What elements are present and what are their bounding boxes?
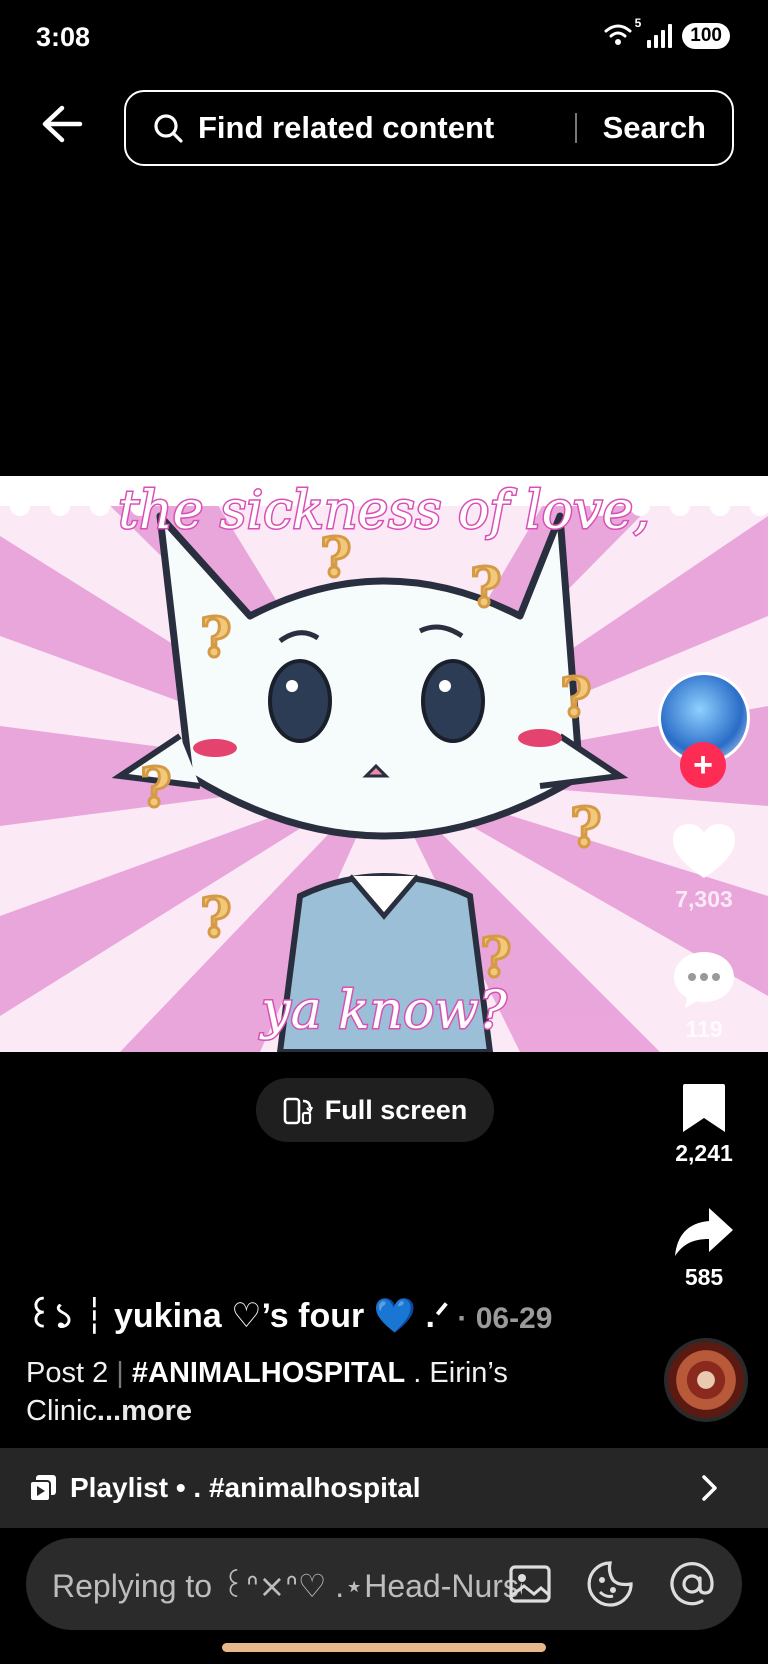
status-icons: 5 100 [603,16,730,50]
back-arrow-icon [42,105,83,143]
search-input[interactable]: Find related content [198,110,575,146]
svg-text:?: ? [200,885,232,949]
svg-text:?: ? [570,795,602,859]
svg-text:?: ? [200,605,232,669]
svg-text:?: ? [140,755,172,819]
status-bar: 3:08 5 100 [0,0,768,80]
chevron-right-icon [702,1475,717,1501]
video-player[interactable]: ? ? ? ? ? ? ? ? the sickness of love, ya… [0,476,768,1052]
playlist-label: Playlist • . #animalhospital [70,1472,421,1503]
wifi-icon: 5 [603,16,641,50]
like-button[interactable]: 7,303 [660,822,748,913]
search-icon [154,114,183,143]
playlist-icon [29,1475,56,1502]
caption-prefix: Post 2 [26,1357,109,1389]
full-screen-label: Full screen [324,1094,468,1125]
caption-more-link[interactable]: ...more [97,1395,192,1427]
video-frame: ? ? ? ? ? ? ? ? the sickness of love, ya… [0,476,768,1052]
share-count: 585 [684,1264,724,1290]
reply-input[interactable]: Replying to ꒰ᐢ⨯ᐢ♡ .⋆Head-Nurse [52,1563,522,1605]
svg-text:?: ? [480,925,512,989]
signal-icon [647,24,673,48]
reply-actions [508,1560,716,1608]
svg-text:?: ? [470,555,502,619]
sticker-icon[interactable] [586,1560,634,1608]
music-disc[interactable] [664,1338,748,1422]
battery-badge: 100 [682,23,730,49]
comment-icon [674,952,734,1008]
like-count: 7,303 [675,886,733,912]
mention-icon[interactable] [668,1560,716,1608]
bookmark-count: 2,241 [675,1140,733,1166]
search-bar[interactable]: Find related content Search [124,90,734,166]
video-caption-top: the sickness of love, [118,481,650,541]
share-button[interactable]: 585 [660,1206,748,1291]
caption-hashtag[interactable]: #ANIMALHOSPITAL [132,1357,405,1389]
home-indicator [222,1643,546,1652]
caption-separator: | [116,1357,124,1389]
bookmark-icon [683,1084,725,1132]
rotate-screen-icon [283,1097,313,1125]
heart-icon [673,824,735,878]
full-screen-button[interactable]: Full screen [256,1078,494,1142]
status-time: 3:08 [36,22,91,52]
bookmark-button[interactable]: 2,241 [660,1082,748,1167]
video-caption-bottom: ya know? [259,981,508,1041]
share-arrow-icon [675,1208,733,1256]
comment-button[interactable]: 119 [660,950,748,1043]
playlist-bar[interactable]: Playlist • . #animalhospital [0,1448,768,1528]
post-caption[interactable]: Post 2 | #ANIMALHOSPITAL . Eirin’s Clini… [26,1354,626,1430]
search-button[interactable]: Search [577,110,732,146]
svg-text:?: ? [560,665,592,729]
back-button[interactable] [40,104,90,154]
wifi-band-label: 5 [634,16,642,30]
image-icon[interactable] [508,1562,552,1606]
reply-bar[interactable]: Replying to ꒰ᐢ⨯ᐢ♡ .⋆Head-Nurse [26,1538,742,1630]
follow-button[interactable]: + [680,742,726,788]
author-name[interactable]: ꒰১ ┆ yukina ♡’s four 💙 .ᐟ [26,1290,449,1347]
author-line[interactable]: ꒰১ ┆ yukina ♡’s four 💙 .ᐟ · 06-29 [26,1290,552,1347]
comment-count: 119 [685,1016,723,1042]
post-date: · 06-29 [457,1301,553,1335]
